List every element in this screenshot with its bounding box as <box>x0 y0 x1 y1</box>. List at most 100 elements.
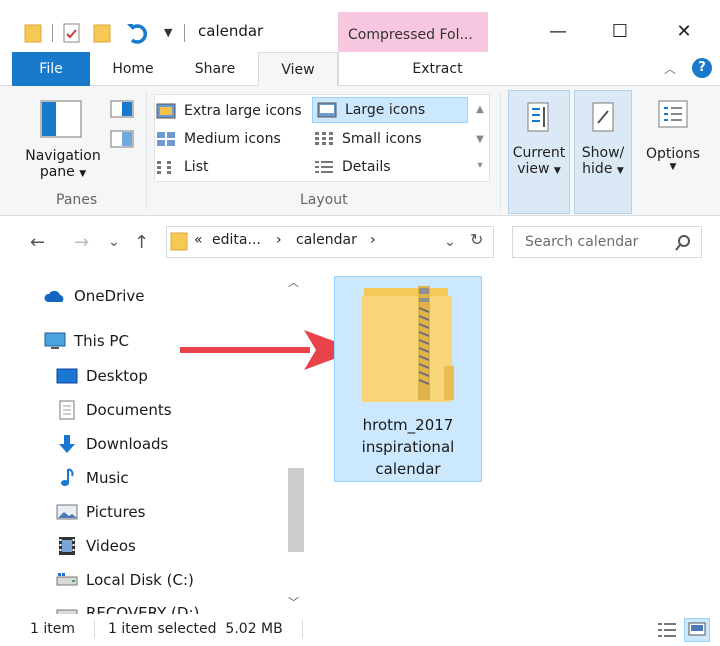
tab-share[interactable]: Share <box>178 52 252 86</box>
forward-button[interactable]: → <box>74 232 89 253</box>
current-view-button[interactable]: Current view ▼ <box>508 90 570 214</box>
nav-label-videos: Videos <box>86 537 136 555</box>
music-icon <box>56 468 78 488</box>
file-name-line-3: calendar <box>375 460 441 478</box>
annotation-arrow-icon <box>180 330 358 370</box>
nav-label-music: Music <box>86 469 129 487</box>
nav-item-desktop[interactable]: Desktop <box>56 361 148 391</box>
breadcrumb-separator-end[interactable]: › <box>370 232 376 248</box>
nav-label-pictures: Pictures <box>86 503 146 521</box>
zip-folder-icon <box>362 286 454 402</box>
details-view-toggle-icon[interactable] <box>656 620 678 640</box>
current-view-caret-icon: ▼ <box>553 166 561 176</box>
show-hide-label-2: hide <box>582 161 613 177</box>
nav-item-music[interactable]: Music <box>56 463 129 493</box>
layout-group-label: Layout <box>300 192 348 208</box>
up-button[interactable]: ↑ <box>134 232 149 253</box>
show-hide-caret-icon: ▼ <box>616 166 624 176</box>
refresh-button[interactable]: ↻ <box>470 230 483 249</box>
nav-item-this-pc[interactable]: This PC <box>44 326 129 356</box>
tab-extract[interactable]: Extract <box>338 52 536 86</box>
download-icon <box>56 434 78 454</box>
window-title: calendar <box>198 22 264 40</box>
nav-item-local-disk-c[interactable]: Local Disk (C:) <box>56 565 194 595</box>
collapse-ribbon-icon[interactable]: ︿ <box>664 60 676 77</box>
recent-locations-button[interactable]: ⌄ <box>108 234 120 250</box>
recovery-drive-icon <box>56 603 78 614</box>
nav-item-documents[interactable]: Documents <box>56 395 172 425</box>
back-button[interactable]: ← <box>30 232 45 253</box>
layout-small-icons[interactable]: Small icons <box>314 126 464 152</box>
scroll-up-icon[interactable]: ︿ <box>288 274 299 290</box>
layout-scroll-up-icon[interactable]: ▲ <box>472 104 488 115</box>
drive-icon <box>56 570 78 590</box>
nav-label-downloads: Downloads <box>86 435 169 453</box>
show-hide-icon <box>592 102 614 132</box>
layout-medium-icons[interactable]: Medium icons <box>156 126 308 152</box>
details-pane-icon[interactable] <box>110 130 134 148</box>
tab-view[interactable]: View <box>258 52 338 87</box>
medium-icons-label: Medium icons <box>184 131 281 147</box>
pictures-icon <box>56 502 78 522</box>
large-icons-toggle-icon[interactable] <box>684 618 710 642</box>
nav-label-desktop: Desktop <box>86 367 148 385</box>
large-icons-label: Large icons <box>345 102 426 118</box>
documents-icon <box>56 400 78 420</box>
help-icon[interactable]: ? <box>692 58 712 78</box>
nav-pane-scroll-thumb[interactable] <box>288 468 304 552</box>
nav-item-recovery-clip: RECOVERY (D:) <box>0 596 286 614</box>
tab-home[interactable]: Home <box>98 52 168 86</box>
navigation-pane-button[interactable]: Navigation pane ▼ <box>22 148 104 180</box>
layout-details[interactable]: Details <box>314 154 464 180</box>
cloud-icon <box>44 286 66 306</box>
layout-extra-large-icons[interactable]: Extra large icons <box>156 98 308 124</box>
nav-pane-scrollbar[interactable] <box>286 268 306 614</box>
minimize-button[interactable]: — <box>534 14 582 48</box>
address-dropdown-icon[interactable]: ⌄ <box>444 234 456 250</box>
list-label: List <box>184 159 209 175</box>
nav-label-recovery-d: RECOVERY (D:) <box>86 604 200 614</box>
current-view-icon <box>527 102 549 132</box>
scroll-down-icon[interactable]: ﹀ <box>288 594 299 610</box>
layout-more-icon[interactable]: ▾ <box>472 160 488 171</box>
properties-icon[interactable] <box>62 22 82 44</box>
customize-quick-access-icon[interactable]: ▼ <box>164 26 172 39</box>
search-input[interactable] <box>523 228 673 256</box>
layout-large-icons[interactable]: Large icons <box>312 97 468 123</box>
options-icon <box>658 100 688 128</box>
breadcrumb-item-edita[interactable]: edita... <box>212 232 261 248</box>
breadcrumb-item-calendar[interactable]: calendar <box>296 232 357 248</box>
file-name: hrotm_2017 inspirational calendar <box>334 414 482 480</box>
tab-file[interactable]: File <box>12 52 90 86</box>
panes-group-label: Panes <box>56 192 98 208</box>
computer-icon <box>44 331 66 351</box>
undo-icon[interactable] <box>124 22 152 44</box>
close-button[interactable]: ✕ <box>660 14 708 48</box>
options-label: Options <box>645 146 701 162</box>
search-icon[interactable] <box>674 234 692 252</box>
options-button[interactable]: Options ▼ <box>638 100 708 200</box>
breadcrumb-separator[interactable]: › <box>276 232 282 248</box>
navigation-pane-icon[interactable] <box>40 100 84 140</box>
small-icons-label: Small icons <box>342 131 422 147</box>
nav-item-videos[interactable]: Videos <box>56 531 136 561</box>
medium-icons-icon <box>156 131 176 147</box>
nav-label-documents: Documents <box>86 401 172 419</box>
file-name-line-2: inspirational <box>361 438 455 456</box>
nav-item-pictures[interactable]: Pictures <box>56 497 145 527</box>
navigation-pane-label-1: Navigation <box>25 148 101 164</box>
show-hide-button[interactable]: Show/ hide ▼ <box>574 90 632 214</box>
preview-pane-icon[interactable] <box>110 100 134 118</box>
maximize-button[interactable]: ☐ <box>596 14 644 48</box>
nav-item-recovery-d[interactable]: RECOVERY (D:) <box>56 598 199 614</box>
layout-scroll-down-icon[interactable]: ▼ <box>472 134 488 145</box>
nav-item-downloads[interactable]: Downloads <box>56 429 168 459</box>
layout-list[interactable]: List <box>156 154 308 180</box>
extra-large-icons-label: Extra large icons <box>184 103 302 119</box>
new-folder-icon[interactable] <box>92 22 112 44</box>
show-hide-label-1: Show/ <box>581 145 625 161</box>
breadcrumb-overflow[interactable]: « <box>194 232 203 248</box>
videos-icon <box>56 536 78 556</box>
nav-item-onedrive[interactable]: OneDrive <box>44 281 145 311</box>
nav-label-onedrive: OneDrive <box>74 287 145 305</box>
